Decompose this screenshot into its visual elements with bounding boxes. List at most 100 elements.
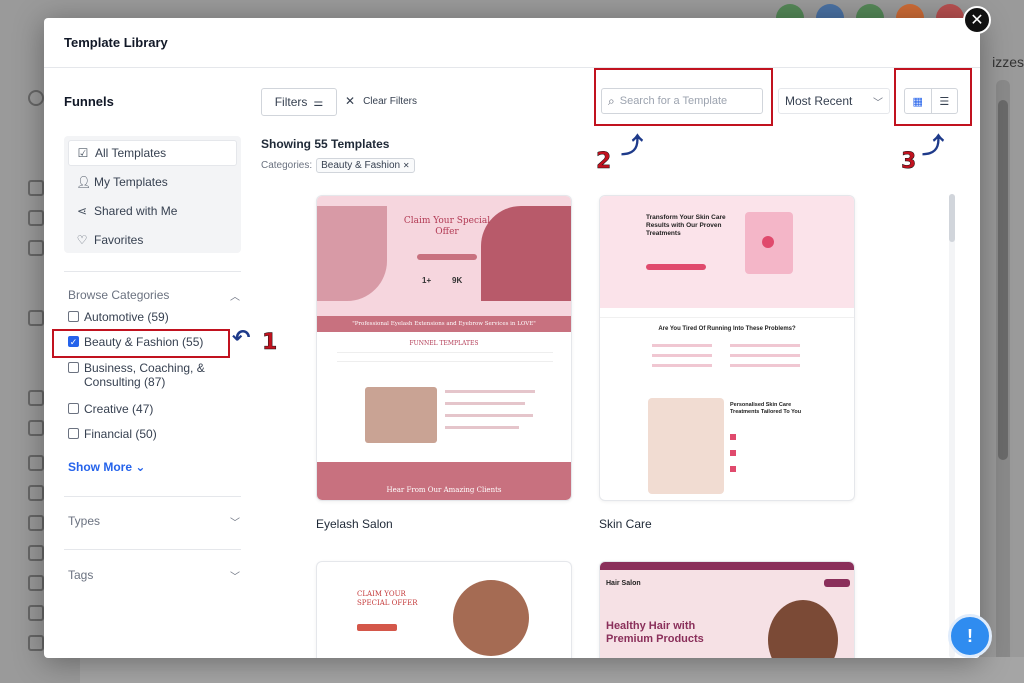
card-banner: "Professional Eyelash Extensions and Eye… [317, 316, 571, 332]
sort-value: Most Recent [785, 94, 853, 108]
annotation-arrow-1: ↶ [232, 325, 251, 350]
sparkle-icon [28, 310, 44, 326]
settings-icon [28, 635, 44, 651]
nav-label: My Templates [94, 175, 168, 189]
nav-favorites[interactable]: ♡ Favorites [68, 227, 237, 253]
logo-strip [600, 308, 854, 318]
chevron-down-icon: ⌄ [135, 460, 146, 474]
filters-button[interactable]: Filters ⚌ [261, 88, 337, 116]
background-scrollbar [996, 80, 1010, 670]
send-icon [28, 390, 44, 406]
text-line [652, 364, 712, 367]
template-card-skin-care[interactable]: Transform Your Skin Care Results with Ou… [599, 195, 855, 501]
text-lines [337, 352, 553, 362]
text-line [730, 354, 800, 357]
show-more-label: Show More [68, 460, 133, 474]
text-line [445, 414, 533, 417]
checkbox-icon: ☑ [77, 146, 89, 160]
trend-icon [28, 575, 44, 591]
chevron-down-icon: ﹀ [873, 97, 883, 109]
nav-shared-with-me[interactable]: ⋖ Shared with Me [68, 198, 237, 224]
categories-label: Categories: [261, 160, 313, 171]
template-card-3[interactable]: CLAIM YOUR SPECIAL OFFER [316, 561, 572, 658]
browse-categories-title[interactable]: Browse Categories [68, 288, 169, 302]
help-icon: ! [967, 625, 973, 646]
close-icon[interactable]: ✕ [403, 161, 410, 170]
bullet [730, 466, 736, 472]
help-chat-button[interactable]: ! [948, 614, 992, 658]
cta-button [417, 254, 477, 260]
show-more-link[interactable]: Show More ⌄ [68, 460, 145, 474]
card-title[interactable]: Skin Care [599, 517, 652, 531]
types-title[interactable]: Types [68, 514, 100, 528]
template-library-modal: Template Library Funnels ☑ All Templates… [44, 18, 980, 658]
nav-label: All Templates [95, 146, 167, 160]
user-icon: 👤︎ [76, 175, 92, 189]
divider [64, 271, 241, 272]
category-label: Automotive (59) [84, 310, 169, 324]
close-icon: ✕ [970, 12, 984, 29]
sliders-icon: ⚌ [313, 96, 324, 109]
bullet [730, 434, 736, 440]
top-bar [600, 562, 854, 570]
card-title[interactable]: Eyelash Salon [316, 517, 393, 531]
play-icon [762, 236, 774, 248]
close-modal-button[interactable]: ✕ [963, 6, 991, 34]
results-scrollbar[interactable] [949, 194, 955, 658]
chevron-down-icon[interactable]: ﹀ [230, 514, 240, 529]
annotation-box-2 [594, 68, 773, 126]
divider [64, 496, 241, 497]
chevron-down-icon[interactable]: ﹀ [230, 568, 240, 583]
nav-all-templates[interactable]: ☑ All Templates [68, 140, 237, 166]
sort-select[interactable]: Most Recent ﹀ [778, 88, 890, 114]
award-icon [28, 485, 44, 501]
filters-label: Filters [274, 95, 308, 109]
annotation-box-1 [52, 329, 230, 358]
category-financial[interactable]: Financial (50) [68, 427, 157, 441]
clear-filters-button[interactable]: ✕ Clear Filters [345, 94, 417, 108]
tags-title[interactable]: Tags [68, 568, 93, 582]
checkbox[interactable] [68, 403, 79, 414]
funnels-title: Funnels [64, 94, 114, 109]
text-line [730, 344, 800, 347]
card-hero: Claim Your Special Offer 1+ 9K [317, 196, 571, 316]
nav-label: Favorites [94, 233, 144, 247]
category-label: Business, Coaching, & Consulting (87) [84, 361, 205, 389]
library-nav: ☑ All Templates 👤︎ My Templates ⋖ Shared… [64, 136, 241, 253]
background-sidebar [10, 70, 44, 670]
annotation-arrow-3: ⤴ [922, 133, 945, 158]
annotation-box-3 [894, 68, 972, 126]
active-categories: Categories: Beauty & Fashion ✕ [261, 158, 415, 173]
category-chip[interactable]: Beauty & Fashion ✕ [316, 158, 415, 173]
brand-label: Hair Salon [606, 580, 641, 587]
chip-label: Beauty & Fashion [321, 160, 401, 171]
text-line [652, 344, 712, 347]
background-text: izzes [992, 54, 1024, 70]
text-line [445, 390, 535, 393]
checkbox[interactable] [68, 311, 79, 322]
template-card-hair-salon[interactable]: Hair Salon Healthy Hair with Premium Pro… [599, 561, 855, 658]
chevron-up-icon[interactable]: ︿ [230, 288, 240, 303]
nav-my-templates[interactable]: 👤︎ My Templates [68, 169, 237, 195]
template-card-eyelash-salon[interactable]: Claim Your Special Offer 1+ 9K "Professi… [316, 195, 572, 501]
checkbox[interactable] [68, 428, 79, 439]
category-automotive[interactable]: Automotive (59) [68, 310, 169, 324]
stat-1: 1+ [422, 276, 432, 285]
section-title: FUNNEL TEMPLATES [409, 340, 479, 347]
category-business-coaching[interactable]: Business, Coaching, & Consulting (87) [68, 361, 218, 389]
category-creative[interactable]: Creative (47) [68, 402, 153, 416]
offer-heading: CLAIM YOUR SPECIAL OFFER [357, 590, 418, 607]
grid-icon [28, 210, 44, 226]
cta-button [357, 624, 397, 631]
annotation-step-1: 1 [262, 330, 278, 356]
annotation-step-3: 3 [901, 149, 917, 175]
bullet [730, 450, 736, 456]
problems-heading: Are You Tired Of Running Into These Prob… [658, 326, 796, 332]
background-footer [80, 657, 1024, 683]
cta-button [646, 264, 706, 270]
checkbox[interactable] [68, 362, 79, 373]
eye-image [365, 387, 437, 443]
dashboard-icon [28, 605, 44, 621]
eye-image [317, 206, 387, 301]
annotation-step-2: 2 [596, 149, 612, 175]
